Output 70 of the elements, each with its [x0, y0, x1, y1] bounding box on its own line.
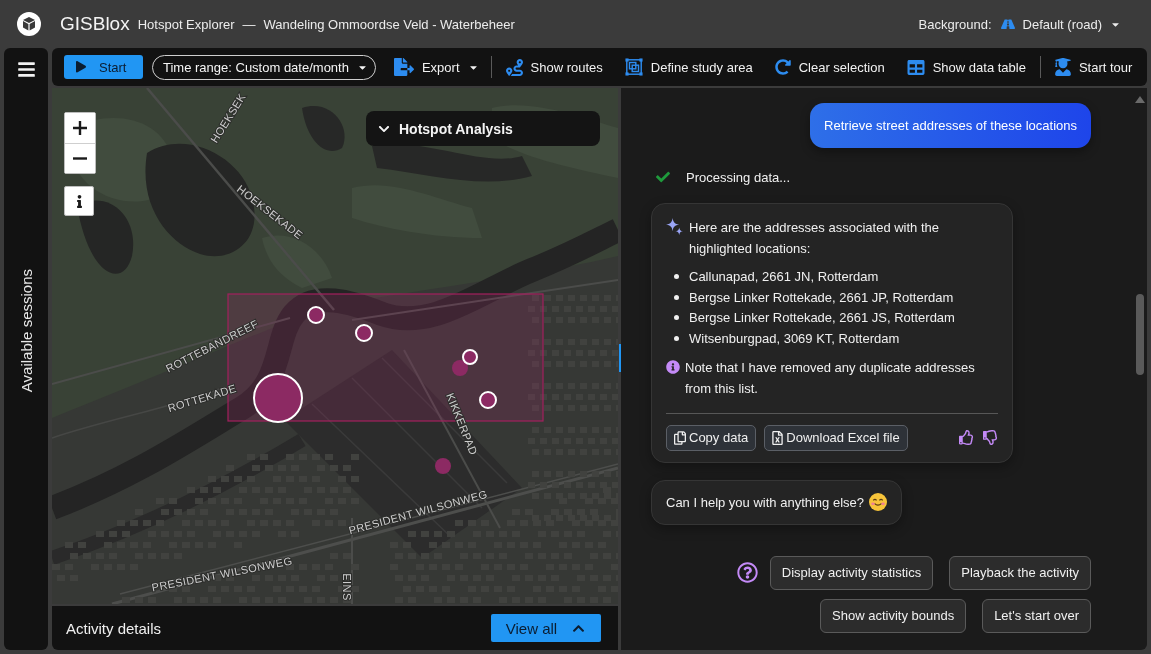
suggestion-button[interactable]: Show activity bounds [820, 598, 967, 633]
document-title: Wandeling Ommoordse Veld - Waterbeheer [263, 16, 515, 32]
minus-icon [73, 157, 87, 160]
app-name: GISBlox [60, 13, 130, 35]
map-marker[interactable] [355, 324, 373, 342]
info-button[interactable] [64, 186, 94, 216]
suggestion-button[interactable]: Let's start over [982, 598, 1091, 633]
menu-icon [17, 59, 35, 79]
title-separator: — [242, 16, 256, 32]
download-button[interactable]: Download Excel file [764, 424, 908, 451]
activity-title: Activity details [66, 619, 162, 637]
splitter-handle[interactable] [619, 344, 621, 372]
toolbar-button[interactable]: Define study area [624, 58, 753, 76]
message-text: Can I help you with anything else? [666, 494, 864, 510]
bullet-icon [674, 294, 679, 300]
map-marker[interactable] [253, 373, 303, 423]
thumbs-up-icon[interactable] [959, 430, 974, 446]
toolbar-button[interactable]: Start tour [1054, 58, 1133, 76]
address-item: Bergse Linker Rottekade, 2661 JS, Rotterdam [689, 310, 955, 326]
info-icon [76, 194, 82, 208]
sessions-tab[interactable]: Available sessions [17, 268, 35, 393]
note-text: Note that I have removed any duplicate addresses from this list. [685, 358, 976, 398]
background-label: Background: [918, 16, 992, 32]
map-marker[interactable] [479, 391, 497, 409]
route-icon [505, 58, 523, 76]
bullet-icon [674, 335, 679, 341]
play-icon [76, 61, 86, 73]
user-message: Retrieve street addresses of these locations [810, 103, 1091, 148]
toolbar-button[interactable]: Show routes [505, 58, 603, 76]
address-item: Callunapad, 2661 JN, Rotterdam [689, 268, 879, 284]
logo-icon [17, 12, 41, 36]
zoom-out-button[interactable] [65, 143, 95, 173]
selection-frame-icon [624, 58, 643, 76]
file-export-icon [393, 58, 414, 76]
smiling-face-icon [869, 493, 887, 512]
help-icon[interactable] [736, 562, 758, 584]
start-button[interactable]: Start [64, 55, 143, 79]
suggestion-button[interactable]: Playback the activity [949, 555, 1091, 590]
graduate-user-icon [1054, 58, 1071, 76]
view-all-button[interactable]: View all [491, 614, 601, 642]
table-icon [906, 58, 925, 76]
road-icon [1000, 17, 1015, 31]
map-marker[interactable] [452, 360, 468, 376]
map-marker[interactable] [435, 458, 451, 474]
toolbar-button[interactable]: Clear selection [774, 59, 885, 75]
thumbs-down-icon[interactable] [983, 430, 998, 446]
suggestion-button[interactable]: Display activity statistics [769, 555, 934, 590]
background-select[interactable]: Default (road) [1000, 16, 1119, 32]
address-item: Bergse Linker Rottekade, 2661 JP, Rotterdam [689, 289, 954, 305]
bullet-icon [674, 315, 679, 321]
scrollbar-thumb[interactable] [1136, 294, 1144, 375]
street-label: EINS [341, 573, 353, 601]
menu-dropdown-button[interactable]: Export [393, 58, 477, 76]
excel-file-icon [772, 430, 784, 445]
toolbar-button[interactable]: Show data table [906, 58, 1026, 76]
map-marker[interactable] [462, 349, 478, 365]
plus-icon [73, 121, 87, 135]
scroll-up-icon[interactable] [1135, 96, 1145, 103]
copy-button[interactable]: Copy data [666, 424, 757, 451]
redo-icon [774, 59, 791, 75]
copy-icon [674, 430, 686, 445]
bullet-icon [674, 273, 679, 279]
answer-text: Here are the addresses associated with the highlighted locations: [689, 219, 941, 258]
module-name: Hotspot Explorer [137, 16, 235, 32]
address-item: Witsenburgpad, 3069 KT, Rotterdam [689, 330, 900, 346]
map-marker[interactable] [307, 306, 325, 324]
status-text: Processing data... [686, 169, 791, 185]
sparkle-icon [666, 218, 683, 235]
info-icon [666, 359, 680, 374]
panel-toggle-button[interactable]: Hotspot Analysis [366, 111, 600, 146]
